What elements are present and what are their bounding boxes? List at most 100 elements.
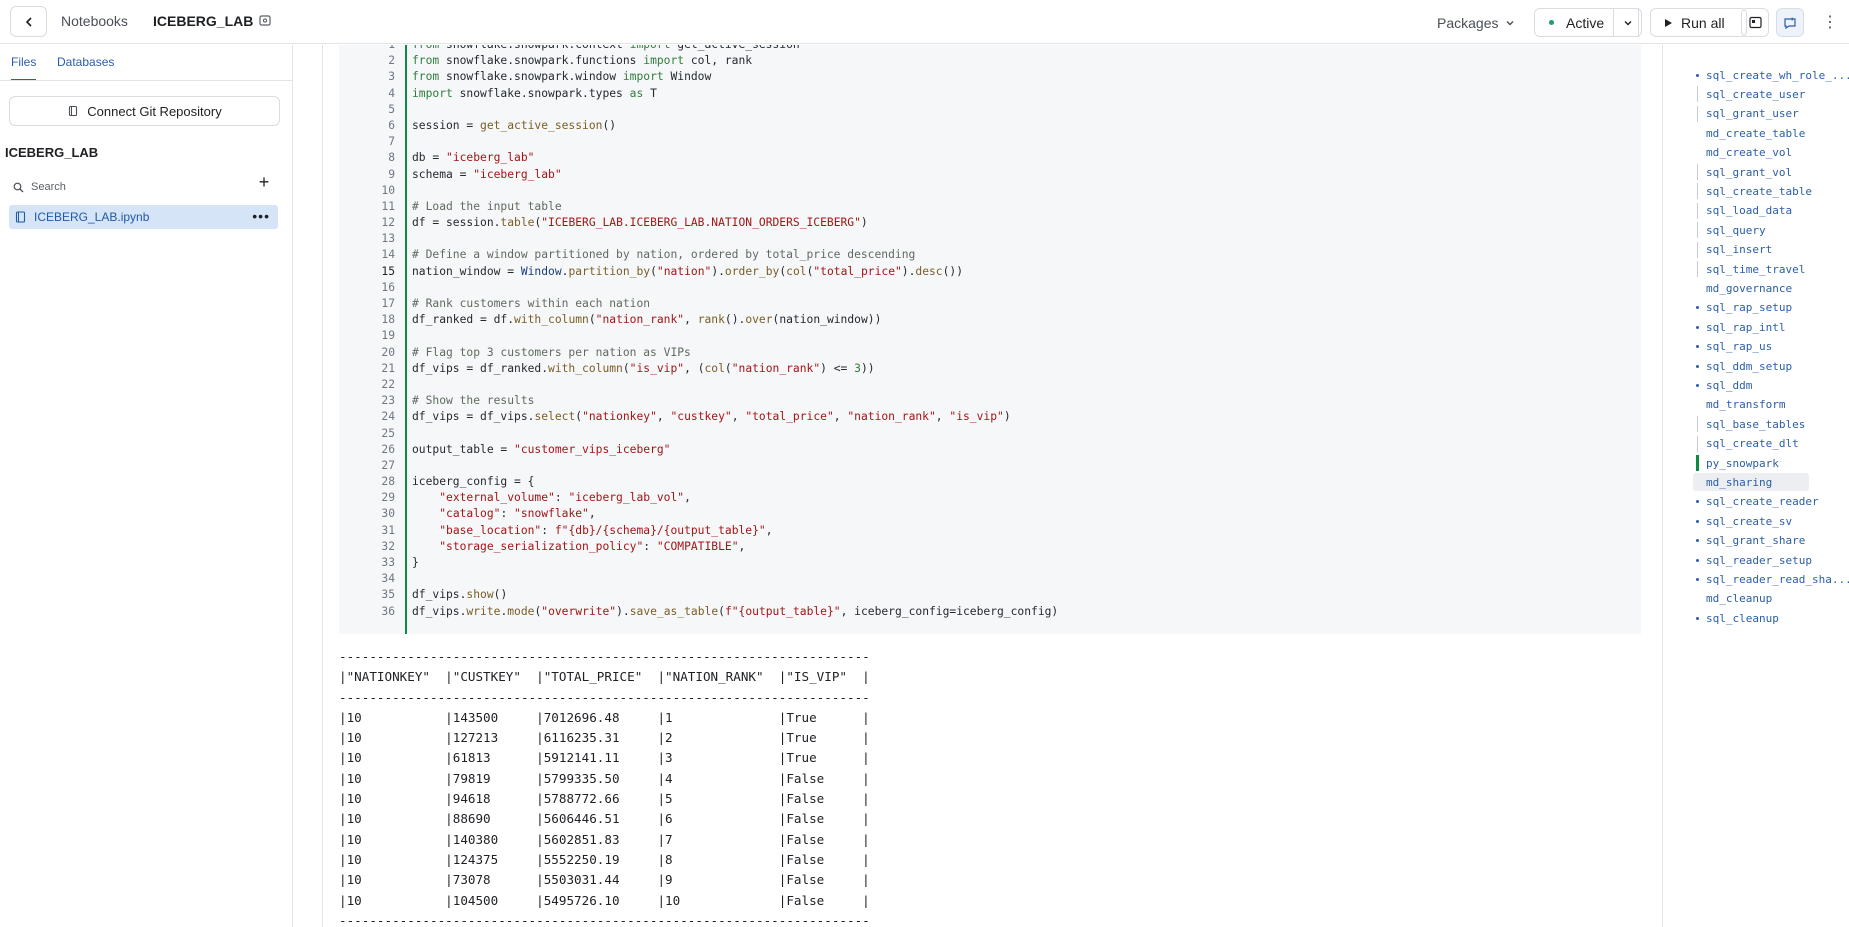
session-menu-button[interactable]	[1613, 8, 1642, 37]
code-text: "base_location": f"{db}/{schema}/{output…	[439, 523, 773, 537]
code-line[interactable]: 21 df_vips = df_ranked.with_column("is_vi…	[339, 361, 1641, 377]
outline-item-sql-create-user[interactable]: sql_create_user	[1706, 86, 1805, 102]
code-line[interactable]: 22	[339, 377, 1641, 393]
code-line[interactable]: 10	[339, 183, 1641, 199]
code-line[interactable]: 29 "external_volume": "iceberg_lab_vol",	[339, 490, 1641, 506]
code-line[interactable]: 17 # Rank customers within each nation	[339, 296, 1641, 312]
code-line[interactable]: 7	[339, 134, 1641, 150]
outline-item-md-create-table[interactable]: md_create_table	[1706, 125, 1805, 141]
assistant-button[interactable]	[1776, 8, 1804, 37]
code-line[interactable]: 3 from snowflake.snowpark.window import W…	[339, 69, 1641, 85]
code-line[interactable]: 2 from snowflake.snowpark.functions impor…	[339, 53, 1641, 69]
code-line[interactable]: 26 output_table = "customer_vips_iceberg"	[339, 442, 1641, 458]
code-line[interactable]: 19	[339, 328, 1641, 344]
outline-item-sql-ddm-setup[interactable]: sql_ddm_setup	[1706, 358, 1792, 374]
code-line[interactable]: 16	[339, 280, 1641, 296]
outline-item-py-snowpark[interactable]: py_snowpark	[1706, 455, 1779, 471]
outline-item-md-create-vol[interactable]: md_create_vol	[1706, 145, 1792, 161]
outline-item-sql-create-dlt[interactable]: sql_create_dlt	[1706, 436, 1799, 452]
line-number: 18	[381, 313, 395, 327]
breadcrumb-notebooks[interactable]: Notebooks	[61, 13, 128, 29]
outline-item-sql-base-tables[interactable]: sql_base_tables	[1706, 416, 1805, 432]
code-line[interactable]: 35 df_vips.show()	[339, 587, 1641, 603]
outline-item-sql-rap-intl[interactable]: sql_rap_intl	[1706, 319, 1785, 335]
cell-outline: sql_create_wh_role_... sql_create_usersql…	[1662, 45, 1849, 927]
outline-item-sql-rap-setup[interactable]: sql_rap_setup	[1706, 300, 1792, 316]
outline-item-sql-insert[interactable]: sql_insert	[1706, 242, 1772, 258]
code-line[interactable]: 20 # Flag top 3 customers per nation as V…	[339, 345, 1641, 361]
outline-item-md-transform[interactable]: md_transform	[1706, 397, 1785, 413]
notebook-title[interactable]: ICEBERG_LAB	[153, 13, 253, 29]
code-line[interactable]: 31 "base_location": f"{db}/{schema}/{out…	[339, 523, 1641, 539]
search-icon	[13, 182, 24, 192]
code-line[interactable]: 32 "storage_serialization_policy": "COMP…	[339, 539, 1641, 555]
code-line[interactable]: 28 iceberg_config = {	[339, 474, 1641, 490]
outline-item-sql-ddm[interactable]: sql_ddm	[1706, 377, 1752, 393]
code-line[interactable]: 11 # Load the input table	[339, 199, 1641, 215]
outline-dot-icon	[1696, 539, 1699, 543]
outline-dot-icon	[1696, 616, 1699, 620]
run-all-button[interactable]: Run all	[1650, 8, 1747, 37]
code-line[interactable]: 12 df = session.table("ICEBERG_LAB.ICEBER…	[339, 215, 1641, 231]
code-editor[interactable]: 1 from snowflake.snowpark.context import …	[339, 45, 1641, 620]
line-number: 16	[381, 280, 395, 294]
toggle-panel-button[interactable]	[1741, 8, 1769, 37]
back-button[interactable]	[10, 6, 47, 37]
file-item[interactable]: ICEBERG_LAB.ipynb •••	[9, 205, 278, 229]
outline-item-sql-load-data[interactable]: sql_load_data	[1706, 203, 1792, 219]
outline-item-sql-grant-user[interactable]: sql_grant_user	[1706, 106, 1799, 122]
code-line[interactable]: 6 session = get_active_session()	[339, 118, 1641, 134]
line-number: 22	[381, 377, 395, 391]
line-number: 13	[381, 232, 395, 246]
more-icon[interactable]: •••	[252, 208, 270, 224]
outline-item-sql-rap-us[interactable]: sql_rap_us	[1706, 339, 1772, 355]
code-line[interactable]: 1 from snowflake.snowpark.context import …	[339, 45, 1641, 53]
outline-item-sql-reader-read-sha[interactable]: sql_reader_read_sha...	[1706, 571, 1849, 587]
code-line[interactable]: 13	[339, 231, 1641, 247]
code-line[interactable]: 15 nation_window = Window.partition_by("n…	[339, 264, 1641, 280]
outline-item-md-sharing[interactable]: md_sharing	[1706, 474, 1772, 490]
line-number: 9	[388, 167, 395, 181]
outline-item-sql-time-travel[interactable]: sql_time_travel	[1706, 261, 1805, 277]
code-line[interactable]: 25	[339, 426, 1641, 442]
tab-files[interactable]: Files	[11, 55, 37, 81]
outline-item-md-cleanup[interactable]: md_cleanup	[1706, 591, 1772, 607]
connect-git-button[interactable]: Connect Git Repository	[9, 96, 280, 126]
code-line[interactable]: 9 schema = "iceberg_lab"	[339, 167, 1641, 183]
outline-item-sql-grant-vol[interactable]: sql_grant_vol	[1706, 164, 1792, 180]
code-line[interactable]: 18 df_ranked = df.with_column("nation_ran…	[339, 312, 1641, 328]
code-line[interactable]: 24 df_vips = df_vips.select("nationkey", …	[339, 409, 1641, 425]
line-number: 21	[381, 361, 395, 375]
outline-item-sql-reader-setup[interactable]: sql_reader_setup	[1706, 552, 1812, 568]
output-line: ----------------------------------------…	[339, 689, 870, 705]
outline-item-sql-create-table[interactable]: sql_create_table	[1706, 183, 1812, 199]
outline-item-sql-create-wh-role[interactable]: sql_create_wh_role_...	[1706, 67, 1849, 83]
code-line[interactable]: 23 # Show the results	[339, 393, 1641, 409]
outline-item-sql-grant-share[interactable]: sql_grant_share	[1706, 533, 1805, 549]
outline-dot-icon	[1696, 383, 1699, 387]
code-line[interactable]: 33}	[339, 555, 1641, 571]
code-line[interactable]: 14 # Define a window partitioned by natio…	[339, 247, 1641, 263]
outline-item-sql-create-reader[interactable]: sql_create_reader	[1706, 494, 1819, 510]
tab-databases[interactable]: Databases	[57, 55, 114, 79]
code-line[interactable]: 36 df_vips.write.mode("overwrite").save_a…	[339, 604, 1641, 620]
code-line[interactable]: 4 import snowflake.snowpark.types as T	[339, 86, 1641, 102]
search-input[interactable]	[31, 181, 231, 193]
outline-item-md-governance[interactable]: md_governance	[1706, 280, 1792, 296]
line-number: 27	[381, 458, 395, 472]
line-number: 19	[381, 329, 395, 343]
packages-dropdown[interactable]: Packages	[1437, 8, 1516, 37]
more-options-icon[interactable]: ⋮	[1822, 12, 1838, 32]
code-line[interactable]: 5	[339, 102, 1641, 118]
code-line[interactable]: 8 db = "iceberg_lab"	[339, 150, 1641, 166]
code-line[interactable]: 34	[339, 571, 1641, 587]
code-line[interactable]: 27	[339, 458, 1641, 474]
output-line: ----------------------------------------…	[339, 649, 870, 664]
code-cell[interactable]: 1 from snowflake.snowpark.context import …	[339, 45, 1641, 634]
outline-item-sql-cleanup[interactable]: sql_cleanup	[1706, 610, 1779, 626]
share-icon[interactable]	[258, 13, 272, 27]
add-file-icon[interactable]: +	[256, 173, 272, 191]
outline-item-sql-query[interactable]: sql_query	[1706, 222, 1766, 238]
code-line[interactable]: 30 "catalog": "snowflake",	[339, 506, 1641, 522]
outline-item-sql-create-sv[interactable]: sql_create_sv	[1706, 513, 1792, 529]
